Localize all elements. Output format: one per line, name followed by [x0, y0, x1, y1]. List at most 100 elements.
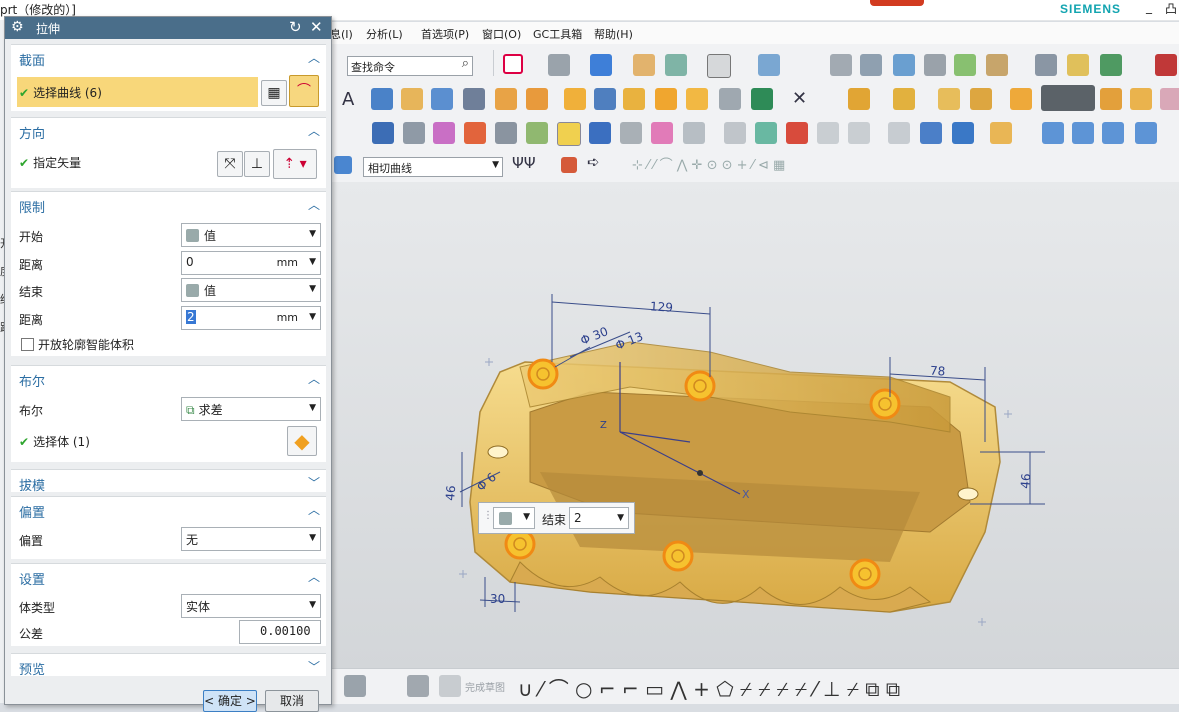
- gear-icon[interactable]: ⚙: [11, 19, 24, 35]
- patch-icon[interactable]: [1130, 88, 1152, 110]
- body-type-dropdown[interactable]: 实体 ▼: [181, 594, 321, 618]
- sew-icon[interactable]: [1100, 88, 1122, 110]
- minibar-value-input[interactable]: 2 ▼: [569, 507, 629, 529]
- offset-face-icon[interactable]: [893, 88, 915, 110]
- start-distance-input[interactable]: 0 mm ▼: [181, 251, 321, 275]
- vector-dialog-button[interactable]: ⊥: [244, 151, 270, 177]
- surface-icon[interactable]: [990, 122, 1012, 144]
- chevron-up-icon[interactable]: ︿: [308, 501, 320, 518]
- cancel-button[interactable]: 取消: [265, 690, 319, 712]
- restore-button[interactable]: 凸: [1165, 0, 1177, 17]
- selection-scope-icon[interactable]: [1041, 85, 1095, 111]
- menu-analysis[interactable]: 分析(L): [366, 26, 403, 42]
- limit-type-dropdown[interactable]: ▼: [493, 507, 535, 529]
- grid-icon[interactable]: [1155, 54, 1177, 76]
- chevron-down-icon[interactable]: ﹀: [308, 658, 320, 675]
- sketch-icon[interactable]: [407, 675, 429, 697]
- point-icon[interactable]: [954, 54, 976, 76]
- end-distance-input[interactable]: 2 mm ▼: [181, 306, 321, 330]
- start-type-dropdown[interactable]: 值 ▼: [181, 223, 321, 247]
- view-section-icon[interactable]: [920, 122, 942, 144]
- cylinder-icon[interactable]: [463, 88, 485, 110]
- selection-box-icon[interactable]: [334, 156, 352, 174]
- curve-rule-dropdown[interactable]: 相切曲线 ▼: [363, 157, 503, 177]
- move-object-icon[interactable]: [758, 54, 780, 76]
- thicken-icon[interactable]: [1160, 88, 1179, 110]
- color-palette-icon[interactable]: [464, 122, 486, 144]
- pattern-icon[interactable]: [564, 88, 586, 110]
- close-icon[interactable]: ✕: [310, 18, 323, 36]
- revolve-icon[interactable]: [431, 88, 453, 110]
- tolerance-input[interactable]: 0.00100: [239, 620, 321, 644]
- menu-preferences[interactable]: 首选项(P): [421, 26, 469, 42]
- open-profile-checkbox[interactable]: [21, 338, 34, 351]
- swept-icon[interactable]: [1135, 122, 1157, 144]
- frame-icon[interactable]: [888, 122, 910, 144]
- camera-icon[interactable]: [403, 122, 425, 144]
- section-header[interactable]: 布尔: [19, 371, 45, 390]
- vector-type-dropdown[interactable]: ⇡ ▾: [273, 149, 317, 179]
- menu-window[interactable]: 窗口(O): [482, 26, 521, 42]
- follow-fillet-icon[interactable]: [561, 157, 577, 173]
- selection-filter-icon[interactable]: [1035, 54, 1057, 76]
- section-header[interactable]: 设置: [19, 569, 45, 588]
- subtract-icon[interactable]: [655, 88, 677, 110]
- fit-view-icon[interactable]: [503, 54, 523, 74]
- wrench-icon[interactable]: [1067, 54, 1089, 76]
- hole-icon[interactable]: [495, 88, 517, 110]
- stop-at-intersection-icon[interactable]: ΨΨ: [512, 154, 536, 172]
- motion-icon[interactable]: [1100, 54, 1122, 76]
- render-icon[interactable]: [495, 122, 517, 144]
- boolean-dropdown[interactable]: ⧉ 求差 ▼: [181, 397, 321, 421]
- section-view-icon[interactable]: [633, 54, 655, 76]
- edge-blend-icon[interactable]: [751, 88, 773, 110]
- end-type-dropdown[interactable]: 值 ▼: [181, 278, 321, 302]
- user-icon[interactable]: [589, 122, 611, 144]
- finish-sketch-icon[interactable]: [439, 675, 461, 697]
- mesh-surface-icon[interactable]: [1072, 122, 1094, 144]
- section-header[interactable]: 截面: [19, 50, 45, 69]
- graphics-viewport[interactable]: 129 Φ 30 Φ 13 78 46 46 30 Φ 6 Z X: [330, 182, 1179, 668]
- dimension-label[interactable]: 46: [443, 485, 458, 501]
- chevron-up-icon[interactable]: ︿: [308, 568, 320, 585]
- brush-icon[interactable]: [433, 122, 455, 144]
- layer-icon[interactable]: [665, 54, 687, 76]
- sketch-icon[interactable]: [372, 122, 394, 144]
- ruled-icon[interactable]: [1102, 122, 1124, 144]
- trim-body-icon[interactable]: [719, 88, 741, 110]
- unite-icon[interactable]: [623, 88, 645, 110]
- edit-object-icon[interactable]: [860, 54, 882, 76]
- block-icon[interactable]: [371, 88, 393, 110]
- sketch-curve-icons[interactable]: ∪ ⁄ ⌒ ○ ⌐ ⌐ ▭ ⋀ + ⬠ ⌿ ⌿ ⌿ ⌿ ⁄ ⊥ ⌿ ⧉ ⧉: [518, 673, 900, 702]
- finish-sketch-label[interactable]: 完成草图: [465, 679, 505, 694]
- snap-icon[interactable]: [924, 54, 946, 76]
- offset-dropdown[interactable]: 无 ▼: [181, 527, 321, 551]
- ok-button[interactable]: < 确定 >: [203, 690, 257, 712]
- arrow-right-icon[interactable]: ➪: [587, 153, 600, 171]
- display-mode-icon[interactable]: [590, 54, 612, 76]
- template-icon[interactable]: [620, 122, 642, 144]
- wcs-icon[interactable]: [893, 54, 915, 76]
- chevron-up-icon[interactable]: ︿: [308, 370, 320, 387]
- chevron-up-icon[interactable]: ︿: [308, 196, 320, 213]
- sketch-section-button[interactable]: ▦: [261, 80, 287, 106]
- through-curves-icon[interactable]: [1042, 122, 1064, 144]
- chevron-down-icon[interactable]: ﹀: [308, 474, 320, 491]
- boss-icon[interactable]: [526, 88, 548, 110]
- text-icon[interactable]: A: [342, 89, 354, 110]
- drag-handle-icon[interactable]: ⋮: [483, 510, 493, 521]
- extrude-icon[interactable]: [401, 88, 423, 110]
- light-icon[interactable]: [526, 122, 548, 144]
- section-header[interactable]: 限制: [19, 197, 45, 216]
- chamfer-icon[interactable]: [938, 88, 960, 110]
- view-orient-icon[interactable]: [344, 675, 366, 697]
- select-body-button[interactable]: ◆: [287, 426, 317, 456]
- menu-help[interactable]: 帮助(H): [594, 26, 633, 42]
- dimension-label[interactable]: 46: [1018, 473, 1033, 489]
- clip-icon[interactable]: [952, 122, 974, 144]
- shell-icon[interactable]: [970, 88, 992, 110]
- material-icon[interactable]: [651, 122, 673, 144]
- section-header[interactable]: 拔模: [19, 475, 45, 494]
- layer-settings-icon[interactable]: [830, 54, 852, 76]
- scene-icon[interactable]: [755, 122, 777, 144]
